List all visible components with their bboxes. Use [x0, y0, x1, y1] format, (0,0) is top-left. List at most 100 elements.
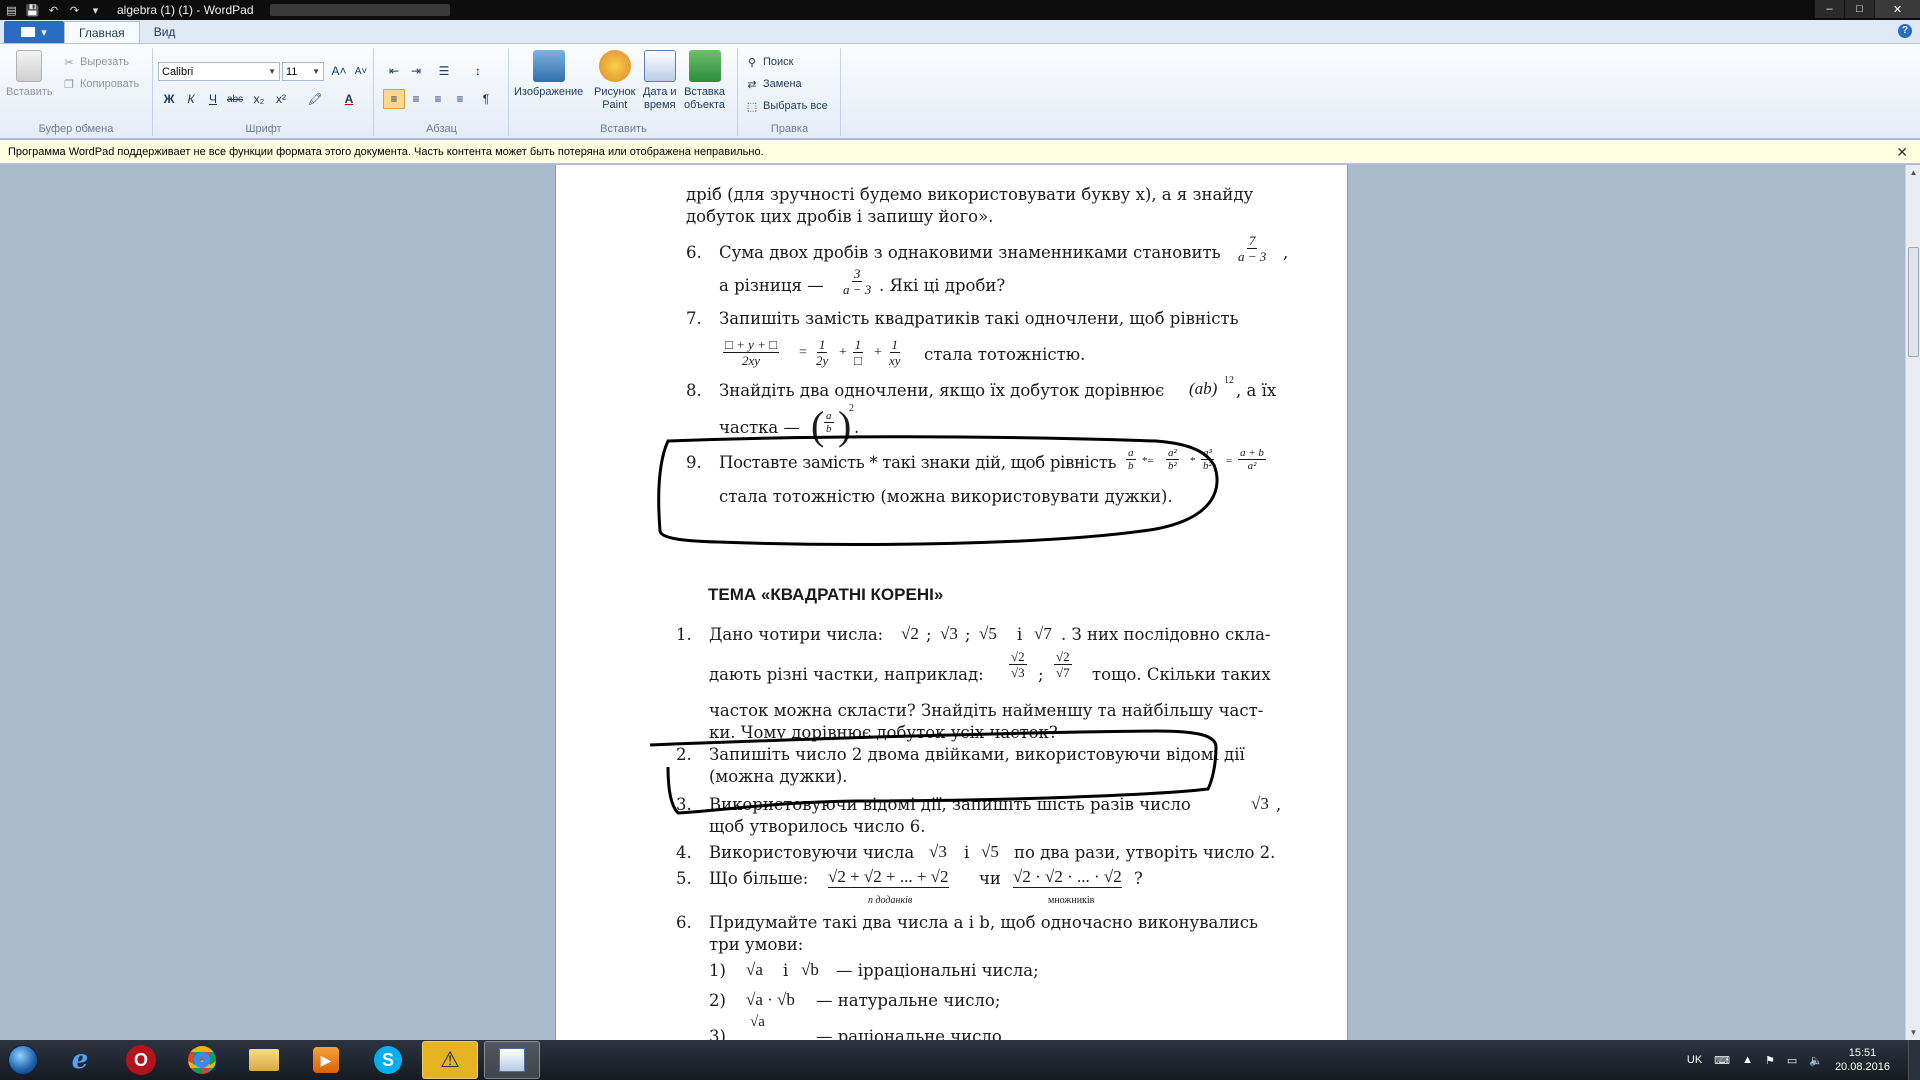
sub-item-number: 2)	[709, 991, 726, 1010]
warning-icon[interactable]: ⚠	[422, 1041, 478, 1079]
sqrt-expression: √3	[940, 624, 958, 643]
sqrt-expression: √a · √b	[746, 990, 795, 1009]
grow-font-button[interactable]: A˄	[328, 61, 350, 81]
fraction: a² b²	[1166, 447, 1179, 472]
explorer-icon[interactable]	[236, 1041, 292, 1079]
italic-button[interactable]: К	[180, 89, 202, 109]
find-button[interactable]: ⚲ Поиск	[745, 56, 794, 69]
text-line: ки. Чому дорівнює добуток усіх часток?	[709, 723, 1058, 742]
insert-group: Изображение Рисунок Paint Дата и время В…	[510, 48, 738, 136]
wordpad-app-icon[interactable]: ▤	[4, 3, 19, 17]
select-all-button[interactable]: ⬚ Выбрать все	[745, 100, 828, 113]
increase-indent-button[interactable]: ⇥	[405, 61, 427, 81]
blurred-tab	[269, 4, 450, 16]
vertical-scrollbar[interactable]: ▲ ▼	[1905, 165, 1920, 1040]
compatibility-infobar: Программа WordPad поддерживает не все фу…	[0, 140, 1920, 164]
decrease-indent-button[interactable]: ⇤	[383, 61, 405, 81]
text-line: — раціональне число	[816, 1027, 1002, 1040]
bold-button[interactable]: Ж	[158, 89, 180, 109]
item-number: 7.	[686, 309, 702, 328]
network-icon[interactable]: ▭	[1787, 1054, 1797, 1067]
replace-button[interactable]: ⇄ Замена	[745, 78, 801, 91]
paragraph-settings-button[interactable]: ¶	[475, 89, 497, 109]
fraction: 1 xy	[889, 337, 901, 368]
fraction: 3a − 3	[843, 266, 872, 297]
fraction: √2 √7	[1054, 649, 1072, 680]
fraction: a + b a²	[1238, 447, 1266, 472]
file-menu-button[interactable]: ▾	[4, 21, 64, 43]
undo-icon[interactable]: ↶	[46, 3, 61, 17]
superscript-button[interactable]: x²	[270, 89, 292, 109]
date-time-button[interactable]: Дата и время	[643, 50, 677, 112]
clock-date: 20.08.2016	[1834, 1061, 1890, 1073]
ribbon: Вставить ✂ Вырезать ❐ Копировать Буфер обм…	[0, 44, 1920, 139]
text-line: часток можна скласти? Знайдіть найменшу …	[709, 701, 1264, 720]
underline-button[interactable]: Ч	[202, 89, 224, 109]
strikethrough-button[interactable]: abc	[224, 89, 246, 109]
text-line: — ірраціональні числа;	[836, 961, 1039, 980]
customize-qat-icon[interactable]: ▾	[88, 3, 103, 17]
sqrt-expression: √3	[1251, 794, 1269, 813]
skype-icon[interactable]: S	[360, 1041, 416, 1079]
justify-button[interactable]: ≡	[449, 89, 471, 109]
font-family-select[interactable]: Calibri ▼	[158, 62, 280, 81]
insert-object-button[interactable]: Вставка объекта	[684, 50, 725, 112]
sqrt-expression: √b	[801, 960, 819, 979]
keyboard-icon[interactable]: ⌨	[1714, 1054, 1730, 1067]
help-icon[interactable]: ?	[1898, 24, 1912, 38]
align-left-button[interactable]: ≡	[383, 89, 405, 109]
clipboard-icon	[16, 50, 43, 82]
align-right-button[interactable]: ≡	[427, 89, 449, 109]
close-button[interactable]: ✕	[1874, 0, 1920, 18]
scroll-up-icon[interactable]: ▲	[1906, 165, 1920, 180]
paste-button[interactable]: Вставить	[6, 50, 53, 99]
scroll-down-icon[interactable]: ▼	[1906, 1025, 1920, 1040]
save-icon[interactable]: 💾	[25, 3, 40, 17]
item-number: 1.	[676, 625, 692, 644]
insert-image-button[interactable]: Изображение	[514, 50, 583, 99]
bullet-list-button[interactable]: ☰	[429, 61, 459, 81]
document-page[interactable]: дріб (для зручності будемо використовува…	[555, 165, 1348, 1040]
volume-icon[interactable]: 🔈	[1809, 1054, 1823, 1067]
font-size-select[interactable]: 11 ▼	[282, 62, 324, 81]
tab-home[interactable]: Главная	[64, 21, 140, 43]
scroll-thumb[interactable]	[1908, 247, 1919, 357]
cut-button[interactable]: ✂ Вырезать	[62, 56, 129, 69]
highlight-color-button[interactable]: 🖍	[300, 89, 330, 109]
line-spacing-button[interactable]: ↕	[463, 61, 493, 81]
infobar-close-icon[interactable]: ✕	[1896, 144, 1908, 161]
text-line: частка —	[719, 418, 801, 437]
exponent: 12	[1224, 375, 1234, 386]
maximize-button[interactable]: □	[1844, 0, 1874, 18]
media-icon[interactable]: ▶	[298, 1041, 354, 1079]
item-number: 9.	[686, 453, 702, 472]
text-line: Запишіть число 2 двома двійками, викорис…	[709, 745, 1245, 764]
show-desktop-button[interactable]	[1908, 1040, 1920, 1080]
paint-drawing-button[interactable]: Рисунок Paint	[594, 50, 636, 112]
align-center-button[interactable]: ≡	[405, 89, 427, 109]
tab-view[interactable]: Вид	[140, 21, 190, 43]
redo-icon[interactable]: ↷	[67, 3, 82, 17]
palette-icon	[598, 50, 631, 82]
chrome-icon[interactable]	[174, 1041, 230, 1079]
start-button[interactable]	[0, 1040, 46, 1080]
shrink-font-button[interactable]: A˅	[350, 61, 372, 81]
fraction: a³ b²	[1201, 447, 1214, 472]
font-color-button[interactable]: A	[334, 89, 364, 109]
clock[interactable]: 15:51 20.08.2016	[1835, 1046, 1890, 1074]
text-line: Сума двох дробів з однаковими знаменника…	[719, 243, 1221, 262]
minimize-button[interactable]: –	[1814, 0, 1844, 18]
tray-expand-icon[interactable]: ▲	[1742, 1054, 1753, 1066]
ie-icon[interactable]: e	[52, 1041, 108, 1079]
paragraph-group: ⇤ ⇥ ☰ ↕ ≡ ≡ ≡ ≡ ¶ Абзац	[375, 48, 509, 136]
opera-icon[interactable]: O	[126, 1045, 156, 1075]
wordpad-icon[interactable]	[484, 1041, 540, 1079]
fraction: ab	[824, 410, 834, 435]
fraction: □ + y + □ 2xy	[723, 337, 780, 368]
language-indicator[interactable]: UK	[1687, 1054, 1702, 1066]
copy-button[interactable]: ❐ Копировать	[62, 78, 139, 91]
flag-icon[interactable]: ⚑	[1765, 1054, 1775, 1067]
document-area[interactable]: дріб (для зручності будемо використовува…	[0, 165, 1905, 1040]
subscript-button[interactable]: x₂	[248, 89, 270, 109]
text-line: стала тотожністю.	[924, 345, 1086, 364]
